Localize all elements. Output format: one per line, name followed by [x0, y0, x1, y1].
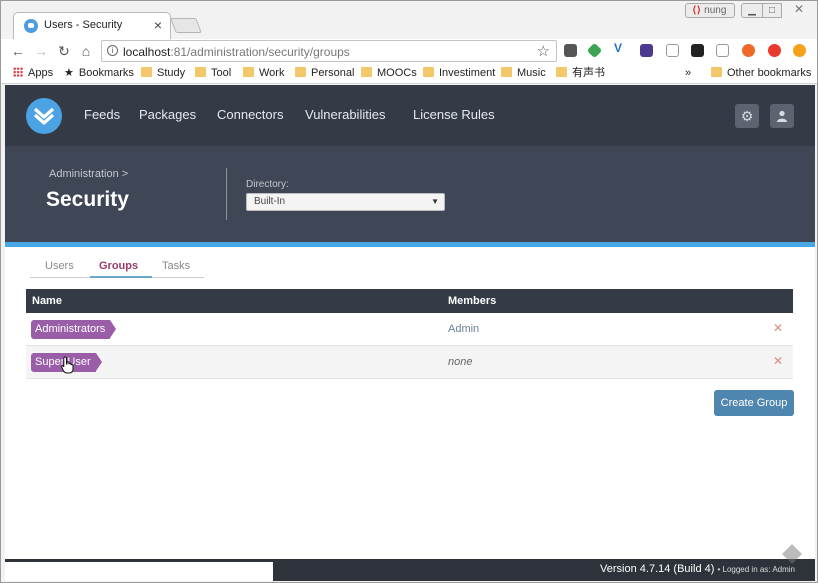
reader-extension-icon[interactable]: [716, 44, 729, 57]
directory-label: Directory:: [246, 179, 289, 190]
bookmark-moocs[interactable]: MOOCs: [361, 66, 417, 81]
tab-title: Users - Security: [44, 19, 123, 31]
group-name-tag[interactable]: Administrators: [31, 320, 117, 339]
tab-close-icon[interactable]: ×: [154, 17, 162, 33]
column-header-members: Members: [448, 295, 497, 307]
site-info-icon[interactable]: i: [107, 45, 118, 56]
version-info: Version 4.7.14 (Build 4) • Logged in as:…: [600, 563, 795, 575]
bookmark-star-icon[interactable]: ☆: [537, 42, 550, 60]
diamond-extension-icon[interactable]: [586, 42, 603, 59]
browser-tab[interactable]: Users - Security ×: [13, 12, 171, 39]
chevron-logo-icon: [33, 107, 55, 125]
nav-vulnerabilities[interactable]: Vulnerabilities: [305, 107, 385, 122]
home-icon[interactable]: ⌂: [77, 41, 95, 61]
orange-extension-icon[interactable]: [742, 44, 755, 57]
window-maximize-button[interactable]: □: [762, 3, 782, 18]
folder-icon: [295, 67, 306, 77]
column-header-name: Name: [32, 295, 62, 307]
folder-icon: [195, 67, 206, 77]
tab-strip: Users - Security × ⟨⟩ nung ▁ □ ✕: [1, 1, 817, 39]
browser-toolbar: ← → ↻ ⌂ i localhost:81/administration/se…: [1, 39, 817, 63]
folder-icon: [711, 67, 722, 77]
new-tab-button[interactable]: [170, 18, 202, 33]
user-account-icon[interactable]: [770, 104, 794, 128]
create-group-button[interactable]: Create Group: [714, 390, 794, 416]
reload-icon[interactable]: ↻: [55, 41, 73, 61]
opera-extension-icon[interactable]: [768, 44, 781, 57]
diamond-icon: [782, 544, 802, 564]
bookmark-apps[interactable]: Apps: [13, 66, 53, 81]
folder-icon: [243, 67, 254, 77]
delete-icon[interactable]: ✕: [773, 354, 783, 368]
bookmark-music[interactable]: Music: [501, 66, 546, 81]
settings-gear-icon[interactable]: ⚙: [735, 104, 759, 128]
page-title: Security: [46, 188, 129, 211]
profile-chip[interactable]: ⟨⟩ nung: [685, 3, 735, 18]
window-minimize-button[interactable]: ▁: [741, 3, 763, 18]
yellow-extension-icon[interactable]: [793, 44, 806, 57]
bookmark-investiment[interactable]: Investiment: [423, 66, 495, 81]
apps-grid-icon: [13, 67, 23, 77]
profile-name: nung: [704, 5, 727, 16]
site-favicon-icon: [24, 19, 38, 33]
v-extension-icon[interactable]: V: [614, 41, 627, 55]
pocket-extension-icon[interactable]: [564, 44, 577, 57]
table-row: Administrators Admin ✕: [26, 313, 793, 346]
groups-table: Name Members Administrators Admin ✕ Supe…: [26, 289, 793, 379]
address-bar[interactable]: i localhost:81/administration/security/g…: [101, 40, 557, 62]
app-logo[interactable]: [26, 98, 62, 134]
folder-icon: [361, 67, 372, 77]
forward-arrow-icon[interactable]: →: [32, 41, 50, 61]
group-members: none: [448, 356, 473, 368]
bookmark-study[interactable]: Study: [141, 66, 185, 81]
folder-icon: [141, 67, 152, 77]
purple-extension-icon[interactable]: [640, 44, 653, 57]
breadcrumb[interactable]: Administration >: [49, 168, 128, 180]
table-header: Name Members: [26, 289, 793, 313]
delete-icon[interactable]: ✕: [773, 321, 783, 335]
url-text: localhost:81/administration/security/gro…: [123, 45, 350, 59]
nav-packages[interactable]: Packages: [139, 107, 196, 122]
app-footer: Version 4.7.14 (Build 4) • Logged in as:…: [5, 544, 815, 581]
bookmark-audiobooks[interactable]: 有声书: [556, 66, 605, 81]
directory-select[interactable]: Built-In ▼: [246, 193, 445, 211]
hand-cursor-icon: [61, 356, 74, 374]
bookmark-work[interactable]: Work: [243, 66, 284, 81]
nav-connectors[interactable]: Connectors: [217, 107, 283, 122]
folder-icon: [501, 67, 512, 77]
bookmarks-overflow[interactable]: »: [685, 66, 691, 81]
bookmark-tool[interactable]: Tool: [195, 66, 231, 81]
bookmark-bookmarks[interactable]: ★ Bookmarks: [64, 66, 134, 81]
group-members[interactable]: Admin: [448, 323, 479, 335]
header-divider: [226, 168, 227, 220]
accent-bar: [5, 242, 815, 247]
browser-window: Users - Security × ⟨⟩ nung ▁ □ ✕ ← → ↻ ⌂ …: [0, 0, 818, 583]
tab-users[interactable]: Users: [45, 260, 74, 272]
tab-tasks[interactable]: Tasks: [162, 260, 190, 272]
footer-blank-area: [5, 562, 273, 581]
folder-icon: [423, 67, 434, 77]
bookmark-other[interactable]: Other bookmarks: [711, 66, 811, 81]
directory-value: Built-In: [254, 196, 286, 207]
bookmark-personal[interactable]: Personal: [295, 66, 354, 81]
app-viewport: Feeds Packages Connectors Vulnerabilitie…: [5, 85, 815, 581]
dropdown-caret-icon: ▼: [431, 197, 439, 206]
profile-icon: ⟨⟩: [692, 5, 702, 16]
bookmarks-bar: Apps ★ Bookmarks Study Tool Work Personal…: [1, 63, 817, 84]
play-extension-icon[interactable]: [691, 44, 704, 57]
back-arrow-icon[interactable]: ←: [9, 41, 27, 61]
table-row: Super User none ✕: [26, 346, 793, 379]
tab-groups[interactable]: Groups: [99, 260, 138, 272]
active-tab-indicator: [90, 276, 152, 278]
nav-feeds[interactable]: Feeds: [84, 107, 120, 122]
star-icon: ★: [64, 67, 74, 79]
folder-icon: [556, 67, 567, 77]
page-header: Administration > Security Directory: Bui…: [5, 146, 815, 242]
copy-extension-icon[interactable]: [666, 44, 679, 57]
top-navigation: Feeds Packages Connectors Vulnerabilitie…: [5, 85, 815, 146]
window-close-button[interactable]: ✕: [785, 3, 813, 18]
nav-license-rules[interactable]: License Rules: [413, 107, 495, 122]
